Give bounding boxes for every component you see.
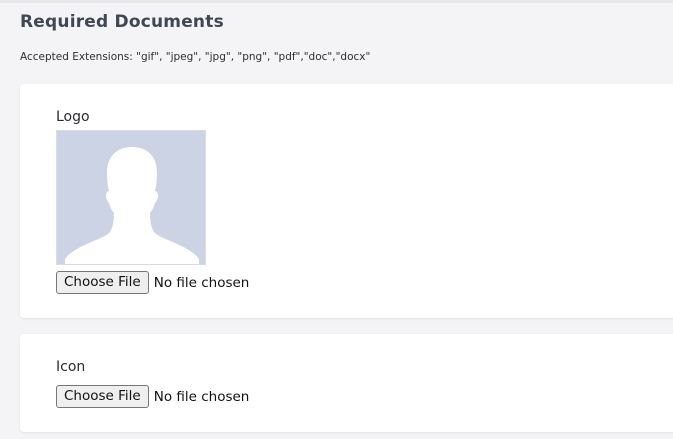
logo-file-status: No file chosen bbox=[153, 274, 250, 291]
accepted-extensions-note: Accepted Extensions: "gif", "jpeg", "jpg… bbox=[20, 51, 371, 63]
icon-file-status: No file chosen bbox=[153, 388, 250, 405]
logo-choose-file-button[interactable]: Choose File bbox=[56, 271, 149, 294]
section-title: Required Documents bbox=[20, 12, 224, 32]
logo-label: Logo bbox=[56, 109, 90, 125]
icon-label: Icon bbox=[56, 359, 86, 375]
top-divider bbox=[0, 0, 673, 3]
user-silhouette-icon bbox=[57, 131, 205, 264]
logo-file-input[interactable]: Choose File No file chosen bbox=[56, 271, 249, 294]
logo-upload-card: Logo Choose File No file chosen bbox=[20, 84, 673, 318]
icon-upload-card: Icon Choose File No file chosen bbox=[20, 334, 673, 432]
logo-preview bbox=[56, 130, 206, 265]
icon-choose-file-button[interactable]: Choose File bbox=[56, 385, 149, 408]
icon-file-input[interactable]: Choose File No file chosen bbox=[56, 385, 249, 408]
